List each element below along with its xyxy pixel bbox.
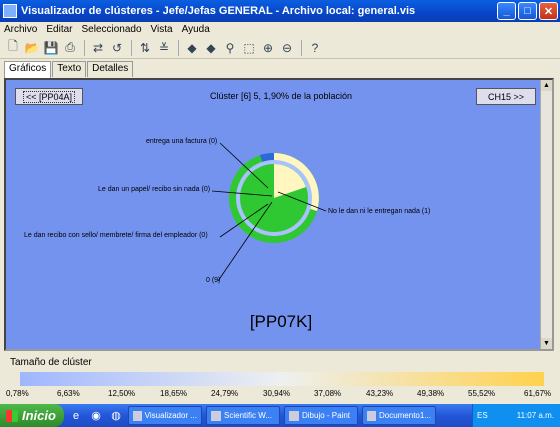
window-title: Visualizador de clústeres - Jefe/Jefas G… [21, 5, 416, 17]
legend-tick: 43,23% [366, 389, 394, 398]
print-icon[interactable]: ⎙ [61, 39, 79, 57]
toolbar-separator [84, 39, 85, 56]
title-bar: Visualizador de clústeres - Jefe/Jefas G… [0, 0, 560, 22]
language-indicator[interactable]: ES [477, 411, 488, 420]
start-label: Inicio [22, 408, 56, 423]
menu-ayuda[interactable]: Ayuda [182, 24, 210, 35]
legend-ticks: 0,78% 6,63% 12,50% 18,65% 24,79% 30,94% … [0, 389, 560, 401]
media-icon[interactable]: ◉ [88, 408, 104, 424]
save-icon[interactable]: 💾 [42, 39, 60, 57]
legend-tick: 49,38% [417, 389, 445, 398]
scroll-down-icon[interactable]: ▼ [541, 338, 552, 349]
minimize-button[interactable]: _ [497, 2, 516, 20]
slice-label: Le dan un papel/ recibo sin nada (0) [98, 186, 211, 193]
app-icon [3, 4, 17, 18]
find-icon[interactable]: ⚲ [221, 39, 239, 57]
cluster-size-gradient [20, 372, 544, 386]
start-button[interactable]: Inicio [0, 404, 64, 427]
vertical-scrollbar[interactable]: ▲ ▼ [540, 80, 552, 349]
tab-detalles[interactable]: Detalles [87, 61, 134, 77]
scroll-up-icon[interactable]: ▲ [541, 80, 552, 91]
arrow-left-icon[interactable]: ◆ [183, 39, 201, 57]
cluster-pie-chart [211, 142, 327, 282]
toolbar-separator [131, 39, 132, 56]
clock: 11:07 a.m. [516, 411, 554, 420]
menu-seleccionado[interactable]: Seleccionado [81, 24, 141, 35]
legend-tick: 12,50% [108, 389, 136, 398]
tab-strip: Gráficos Texto Detalles [4, 61, 134, 78]
open-icon[interactable]: 📂 [23, 39, 41, 57]
toolbar: 🗋 📂 💾 ⎙ ⇄ ↺ ⇅ ≚ ◆ ◆ ⚲ ⬚ ⊕ ⊖ ? [0, 37, 560, 59]
taskbar-button-label: Dibujo - Paint [302, 411, 351, 420]
maximize-button[interactable]: □ [518, 2, 537, 20]
menu-bar: Archivo Editar Seleccionado Vista Ayuda [0, 22, 560, 37]
taskbar-button[interactable]: Documento1... [362, 406, 436, 425]
taskbar-button-label: Visualizador ... [144, 411, 197, 420]
graph-canvas[interactable]: << [PP04A] CH15 >> Clúster [6] 5, 1,90% … [4, 78, 554, 351]
taskbar-button[interactable]: Dibujo - Paint [284, 406, 358, 425]
ie-icon[interactable]: e [68, 408, 84, 424]
app-window-icon [211, 410, 221, 421]
help-icon[interactable]: ? [306, 39, 324, 57]
word-icon [367, 410, 376, 421]
taskbar-button-label: Scientific W... [224, 411, 273, 420]
legend-tick: 0,78% [6, 389, 29, 398]
zoom-out-icon[interactable]: ⊖ [278, 39, 296, 57]
paint-icon [289, 410, 299, 421]
legend-tick: 18,65% [160, 389, 188, 398]
refresh-icon[interactable]: ⇄ [89, 39, 107, 57]
arrow-right-icon[interactable]: ◆ [202, 39, 220, 57]
sort-icon[interactable]: ⇅ [136, 39, 154, 57]
legend-tick: 55,52% [468, 389, 496, 398]
menu-archivo[interactable]: Archivo [4, 24, 37, 35]
zoom-in-icon[interactable]: ⊕ [259, 39, 277, 57]
filter-icon[interactable]: ≚ [155, 39, 173, 57]
taskbar-button[interactable]: Visualizador ... [128, 406, 202, 425]
close-button[interactable]: ✕ [539, 2, 558, 20]
toolbar-separator [301, 39, 302, 56]
taskbar-button-label: Documento1... [378, 411, 431, 420]
taskbar: Inicio e ◉ ◍ Visualizador ... Scientific… [0, 404, 560, 427]
menu-editar[interactable]: Editar [46, 24, 72, 35]
slice-label: 0 (9) [206, 277, 221, 284]
system-tray: ES 11:07 a.m. [472, 404, 560, 427]
new-icon[interactable]: 🗋 [4, 39, 22, 57]
slice-label: No le dan ni le entregan nada (1) [328, 208, 431, 215]
tab-graficos[interactable]: Gráficos [4, 61, 52, 78]
taskbar-button[interactable]: Scientific W... [206, 406, 280, 425]
legend-tick: 24,79% [211, 389, 239, 398]
legend-tick: 6,63% [57, 389, 80, 398]
slice-label: Le dan recibo con sello/ membrete/ firma… [24, 232, 208, 239]
windows-flag-icon [6, 409, 18, 422]
toolbar-separator [178, 39, 179, 56]
undo-icon[interactable]: ↺ [108, 39, 126, 57]
select-icon[interactable]: ⬚ [240, 39, 258, 57]
app-window-icon [133, 410, 142, 421]
slice-label: entrega una factura (0) [146, 138, 218, 145]
legend-tick: 61,67% [524, 389, 552, 398]
legend-title: Tamaño de clúster [10, 357, 92, 368]
legend-tick: 30,94% [263, 389, 291, 398]
menu-vista[interactable]: Vista [151, 24, 173, 35]
legend-tick: 37,08% [314, 389, 342, 398]
tab-texto[interactable]: Texto [52, 61, 87, 77]
firefox-icon[interactable]: ◍ [108, 408, 124, 424]
variable-code: [PP07K] [249, 312, 313, 331]
